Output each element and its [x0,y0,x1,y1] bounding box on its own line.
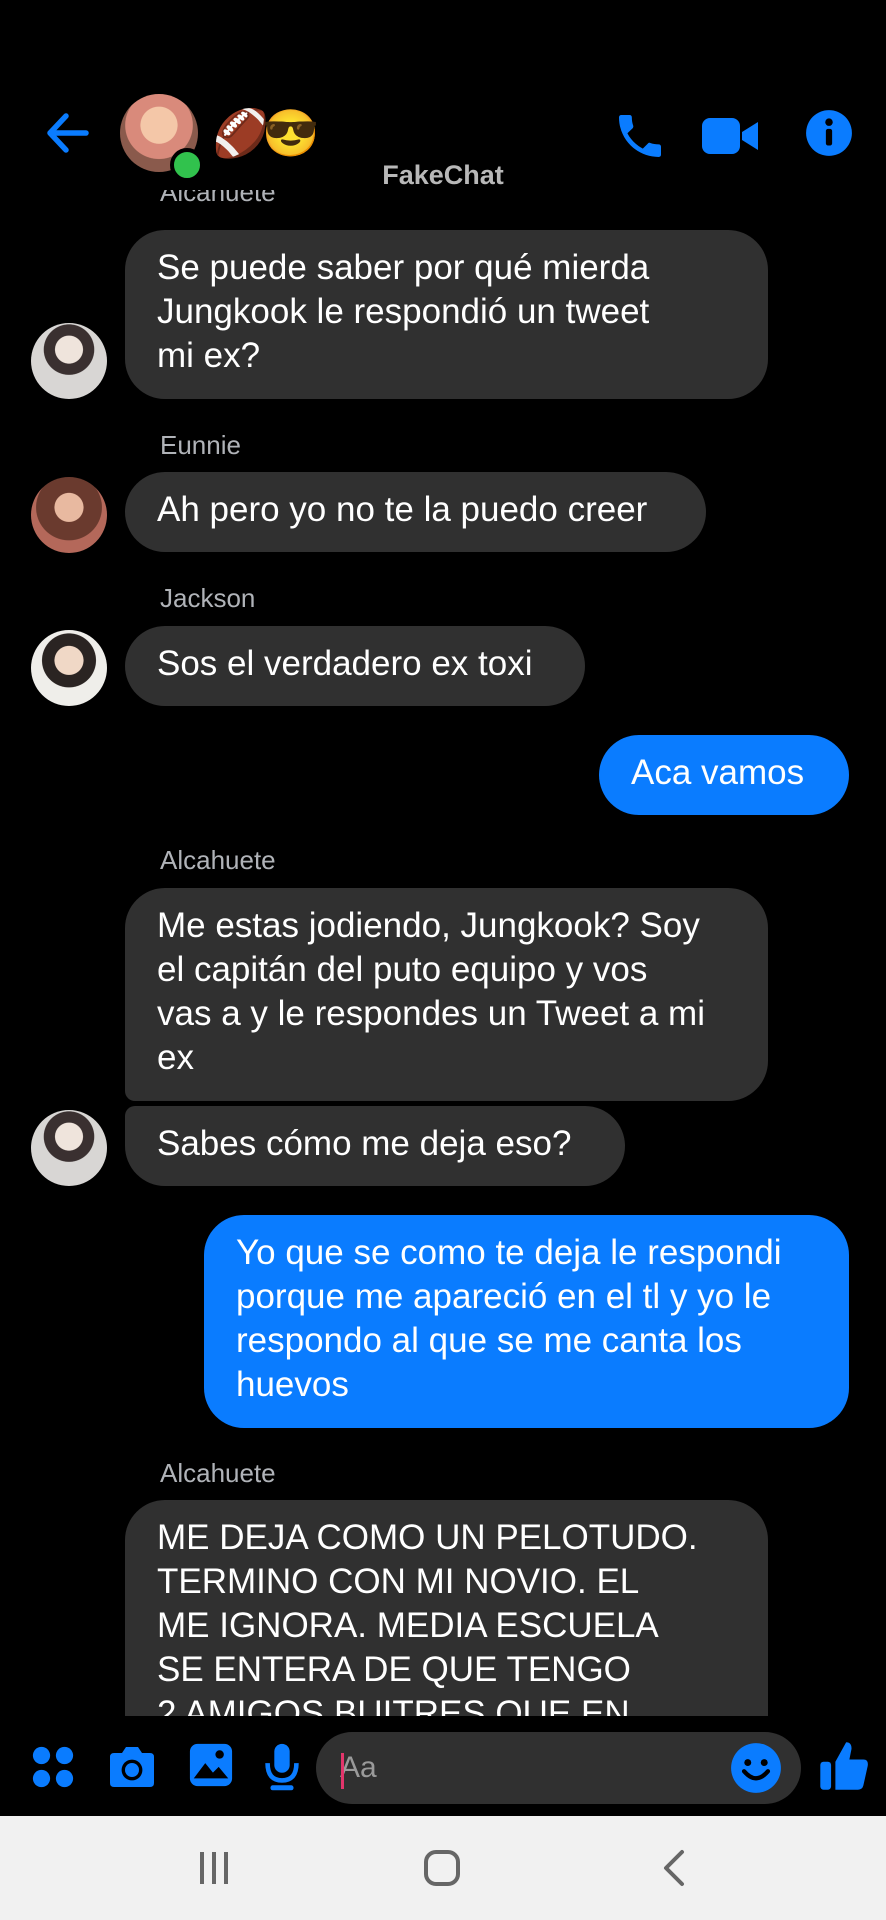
sender-name: Alcahuete [160,845,276,875]
avatar-alcahuete[interactable] [31,1110,107,1186]
microphone-icon[interactable] [262,1742,302,1792]
football-emoji: 🏈 [212,107,270,159]
message-input[interactable] [340,1744,700,1792]
avatar-jackson[interactable] [31,630,107,706]
avatar-eunnie[interactable] [31,477,107,553]
app-watermark: FakeChat [382,160,504,190]
message-bubble[interactable]: Sabes cómo me deja eso? [125,1106,625,1186]
video-camera-icon[interactable] [700,112,760,160]
sender-name: Jackson [160,583,256,613]
message-bubble[interactable]: Sos el verdadero ex toxi [125,626,585,706]
gallery-icon[interactable] [188,1742,234,1788]
info-icon[interactable] [804,108,854,158]
online-status-dot [170,148,204,182]
back-arrow-icon[interactable] [42,108,92,158]
sender-name: Alcahuete [160,1458,276,1488]
sender-name: Eunnie [160,430,241,460]
message-bubble[interactable]: Ah pero yo no te la puedo creer [125,472,706,552]
avatar-alcahuete[interactable] [31,323,107,399]
message-bubble-sent[interactable]: Yo que se como te deja le respondi porqu… [204,1215,849,1428]
phone-icon[interactable] [612,108,668,164]
camera-icon[interactable] [106,1744,158,1790]
message-bubble[interactable]: Me estas jodiendo, Jungkook? Soy el capi… [125,888,768,1101]
thumbs-up-icon[interactable] [818,1738,870,1794]
message-bubble[interactable]: Se puede saber por qué mierda Jungkook l… [125,230,768,399]
sunglasses-emoji: 😎 [262,107,320,159]
sender-name: Alcahuete [160,190,276,207]
recent-apps-icon[interactable] [194,1848,234,1888]
text-cursor [341,1753,344,1789]
emoji-icon[interactable] [730,1742,782,1794]
apps-icon[interactable] [30,1744,76,1790]
message-bubble-sent[interactable]: Aca vamos [599,735,849,815]
home-icon[interactable] [422,1848,462,1888]
back-icon[interactable] [656,1848,696,1888]
